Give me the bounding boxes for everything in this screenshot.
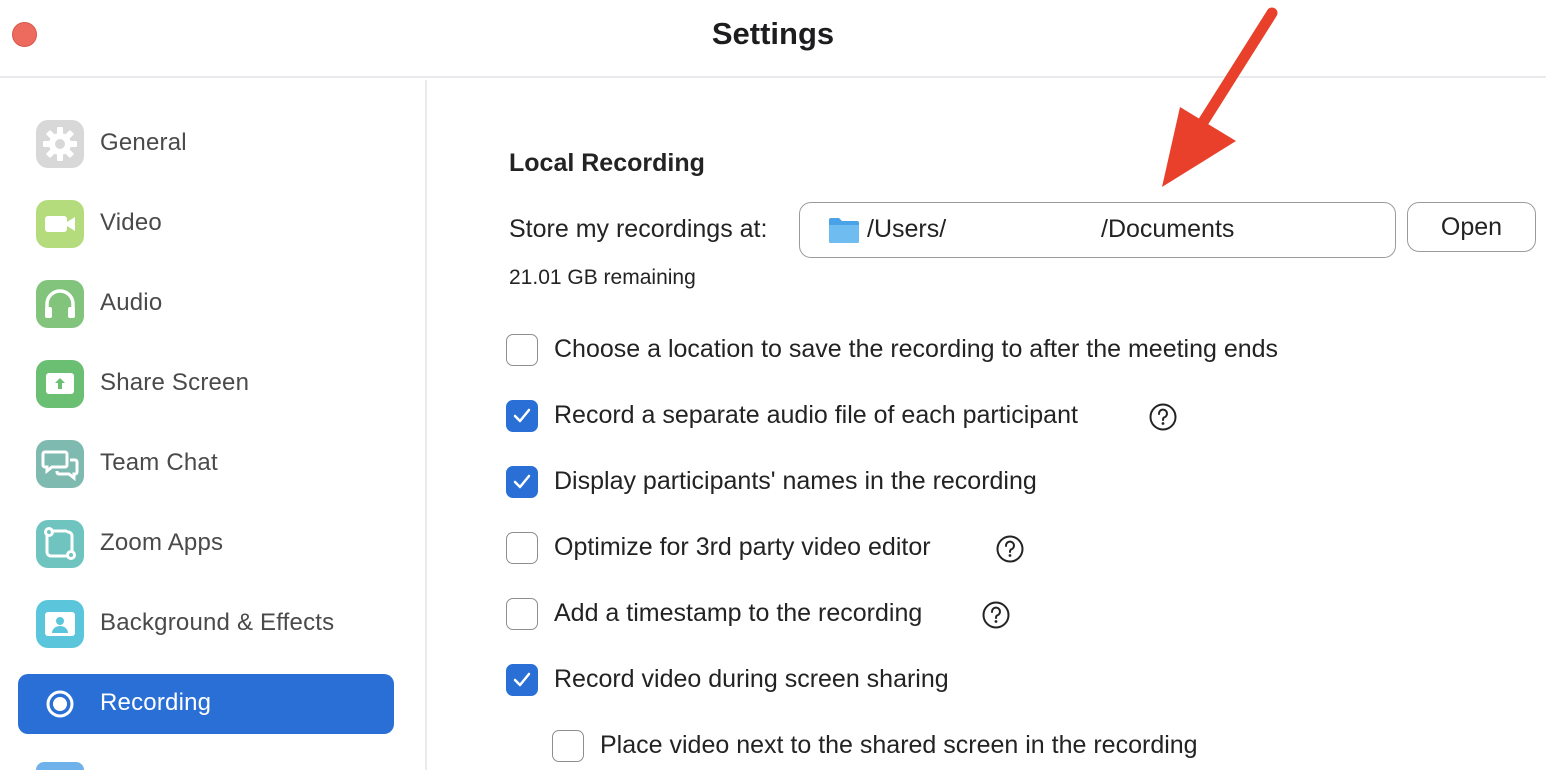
chat-bubbles-icon (36, 440, 84, 488)
sidebar-item-label: Recording (100, 689, 212, 716)
headphones-icon (36, 280, 84, 328)
sidebar-item-audio[interactable]: Audio (18, 274, 394, 334)
title-bar: Settings (0, 0, 1546, 78)
option-choose-location[interactable]: Choose a location to save the recording … (506, 332, 1406, 368)
sidebar-item-label: Share Screen (100, 369, 250, 396)
checkbox[interactable] (506, 400, 538, 432)
checkbox[interactable] (506, 334, 538, 366)
sidebar-item-label: Audio (100, 289, 163, 316)
option-label: Optimize for 3rd party video editor (554, 533, 931, 561)
annotation-arrow-icon (1150, 5, 1290, 195)
help-icon[interactable] (1149, 403, 1177, 431)
sidebar-item-label: Video (100, 209, 162, 236)
folder-icon (828, 216, 860, 244)
gear-icon (36, 120, 84, 168)
sidebar-item-video[interactable]: Video (18, 194, 394, 254)
checkmark-icon (513, 474, 531, 489)
help-icon[interactable] (996, 535, 1024, 563)
section-title: Local Recording (509, 149, 705, 177)
sidebar-item-background-effects[interactable]: Background & Effects (18, 594, 394, 654)
option-add-timestamp[interactable]: Add a timestamp to the recording (506, 596, 1106, 632)
option-label: Record a separate audio file of each par… (554, 401, 1078, 429)
checkmark-icon (513, 672, 531, 687)
option-label: Add a timestamp to the recording (554, 599, 923, 627)
sidebar-item-team-chat[interactable]: Team Chat (18, 434, 394, 494)
option-optimize-editor[interactable]: Optimize for 3rd party video editor (506, 530, 1106, 566)
sidebar-item-label: Team Chat (100, 449, 218, 476)
option-separate-audio[interactable]: Record a separate audio file of each par… (506, 398, 1206, 434)
path-prefix-text: /Users/ (867, 215, 947, 243)
option-display-names[interactable]: Display participants' names in the recor… (506, 464, 1206, 500)
help-icon[interactable] (982, 601, 1010, 629)
record-icon (36, 680, 84, 728)
checkbox[interactable] (506, 532, 538, 564)
recording-path-field[interactable]: /Users/ /Documents (799, 202, 1396, 258)
path-suffix-text: /Documents (1101, 215, 1235, 243)
sidebar-item-next-icon (36, 762, 84, 770)
sidebar-item-recording[interactable]: Recording (18, 674, 394, 734)
checkmark-icon (513, 408, 531, 423)
option-label: Record video during screen sharing (554, 665, 949, 693)
checkbox[interactable] (506, 598, 538, 630)
window-title: Settings (711, 16, 835, 51)
store-location-label: Store my recordings at: (509, 215, 768, 243)
settings-sidebar: General Video Audio Share Screen Team Ch… (0, 80, 427, 770)
checkbox[interactable] (506, 664, 538, 696)
checkbox[interactable] (506, 466, 538, 498)
sidebar-item-label: Background & Effects (100, 609, 335, 636)
option-place-video-next[interactable]: Place video next to the shared screen in… (552, 728, 1352, 764)
share-screen-icon (36, 360, 84, 408)
recording-settings-panel: Local Recording Store my recordings at: … (429, 80, 1546, 770)
option-label: Choose a location to save the recording … (554, 335, 1279, 363)
checkbox[interactable] (552, 730, 584, 762)
sidebar-item-label: General (100, 129, 187, 156)
sidebar-item-general[interactable]: General (18, 114, 394, 174)
option-record-video-sharing[interactable]: Record video during screen sharing (506, 662, 1106, 698)
option-label: Display participants' names in the recor… (554, 467, 1037, 495)
apps-icon (36, 520, 84, 568)
option-label: Place video next to the shared screen in… (600, 731, 1198, 759)
video-camera-icon (36, 200, 84, 248)
sidebar-item-share-screen[interactable]: Share Screen (18, 354, 394, 414)
sidebar-item-zoom-apps[interactable]: Zoom Apps (18, 514, 394, 574)
open-folder-button[interactable]: Open (1407, 202, 1536, 252)
sidebar-item-label: Zoom Apps (100, 529, 224, 556)
person-background-icon (36, 600, 84, 648)
storage-remaining-text: 21.01 GB remaining (509, 266, 696, 289)
